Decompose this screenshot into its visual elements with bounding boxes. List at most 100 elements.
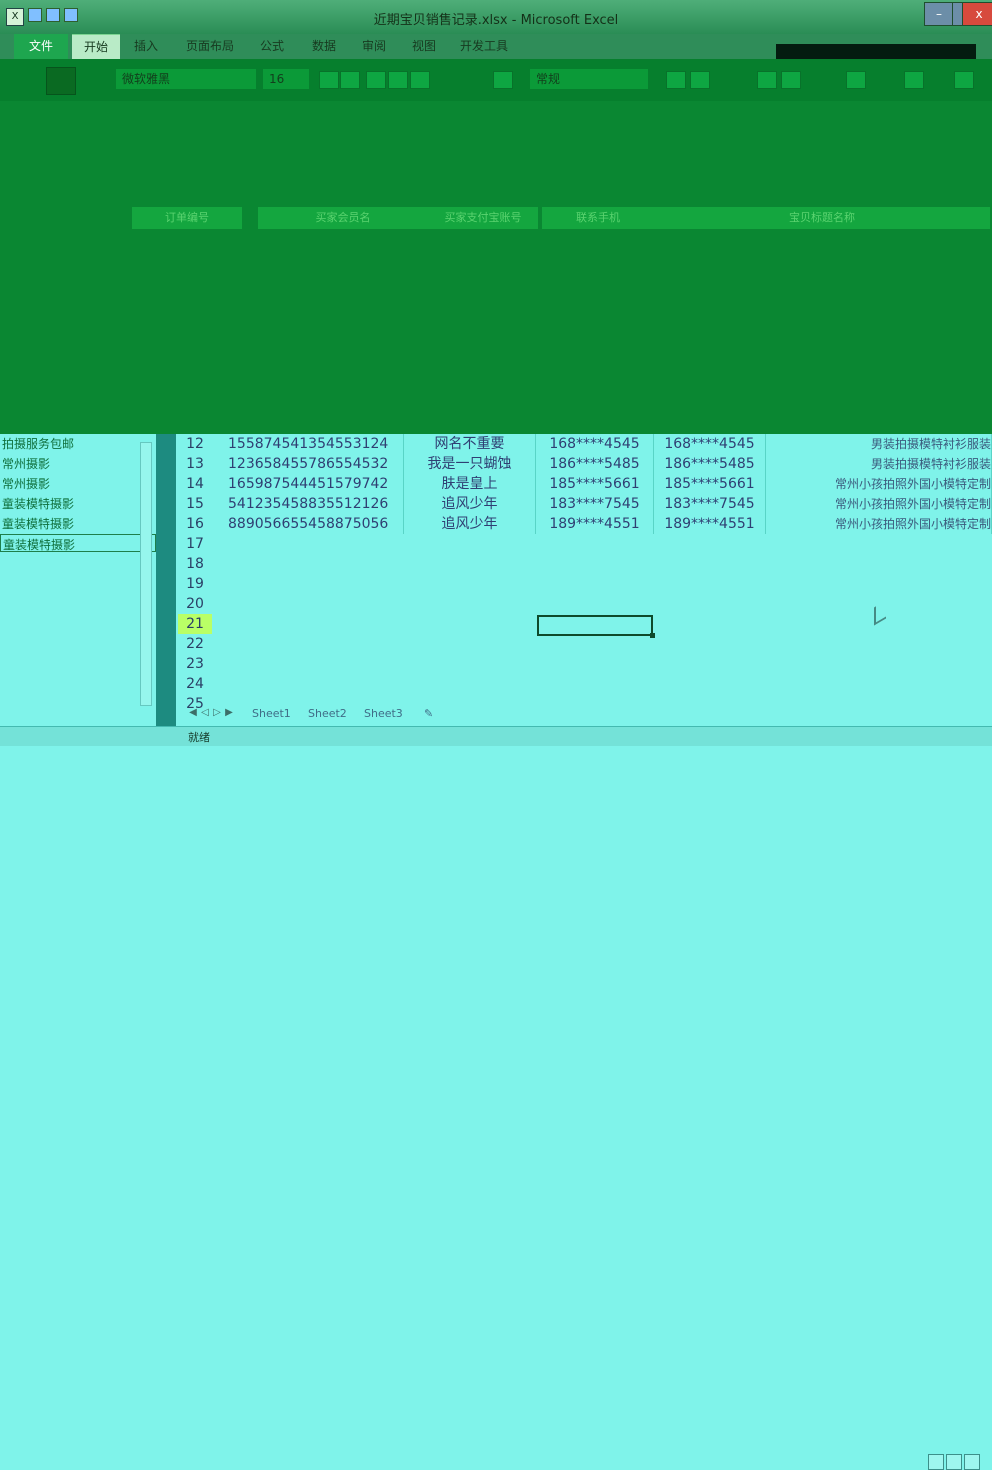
ribbon-glitch-bar — [776, 44, 976, 59]
increase-font-icon[interactable] — [319, 71, 339, 89]
first-sheet-icon[interactable]: ◀ — [188, 705, 198, 721]
find-select-icon[interactable] — [954, 71, 974, 89]
number-format-select[interactable]: 常规 — [530, 69, 648, 89]
row-number: 19 — [186, 576, 204, 592]
row-number: 22 — [186, 636, 204, 652]
tab-home[interactable]: 开始 — [72, 34, 120, 60]
cell-phone[interactable]: 168****4545 — [536, 434, 654, 454]
sheet-tab-3[interactable]: Sheet3 — [364, 705, 403, 723]
cell-order-id[interactable]: 889056655458875056 — [228, 514, 404, 534]
last-sheet-icon[interactable]: ▶ — [224, 705, 234, 721]
left-list-item[interactable]: 童装模特摄影 — [0, 514, 156, 534]
delete-cells-icon[interactable] — [781, 71, 801, 89]
cell-buyer-name[interactable]: 网名不重要 — [404, 434, 536, 454]
cell-order-id[interactable]: 541235458835512126 — [228, 494, 404, 514]
header-buyer-name: 买家会员名 — [258, 207, 428, 229]
row-number: 20 — [186, 596, 204, 612]
row-number: 13 — [186, 456, 204, 472]
cell-phone[interactable]: 189****4551 — [536, 514, 654, 534]
left-list-item[interactable]: 童装模特摄影 — [0, 494, 156, 514]
sort-filter-icon[interactable] — [904, 71, 924, 89]
minimize-button[interactable]: – — [924, 2, 954, 26]
row-number: 17 — [186, 536, 204, 552]
cell-buyer-name[interactable]: 我是一只蝴蚀 — [404, 454, 536, 474]
wrap-text-icon[interactable] — [388, 71, 408, 89]
left-list-item[interactable]: 常州摄影 — [0, 474, 156, 494]
conditional-format-icon[interactable] — [666, 71, 686, 89]
cell-phone[interactable]: 189****4551 — [654, 514, 766, 534]
row-number: 24 — [186, 676, 204, 692]
cell-order-id[interactable]: 165987544451579742 — [228, 474, 404, 494]
status-bar: 就绪 — [0, 726, 992, 1470]
cell-phone[interactable]: 183****7545 — [654, 494, 766, 514]
tab-view[interactable]: 视图 — [412, 34, 436, 59]
left-list-item[interactable]: 常州摄影 — [0, 454, 156, 474]
cell-buyer-name[interactable]: 肤是皇上 — [404, 474, 536, 494]
align-icon[interactable] — [366, 71, 386, 89]
tab-formulas[interactable]: 公式 — [260, 34, 284, 59]
tab-file[interactable]: 文件 — [14, 34, 68, 59]
row-number: 16 — [186, 516, 204, 532]
cell-phone[interactable]: 185****5661 — [536, 474, 654, 494]
cell-phone[interactable]: 186****5485 — [654, 454, 766, 474]
left-list-item-selected[interactable]: 童装模特摄影 — [0, 534, 156, 552]
tab-page-layout[interactable]: 页面布局 — [186, 34, 234, 59]
cell-item-title[interactable]: 男装拍摄模特衬衫服装 — [766, 434, 992, 454]
cell-order-id[interactable]: 123658455786554532 — [228, 454, 404, 474]
left-list-item[interactable]: 拍摄服务包邮 — [0, 434, 156, 454]
font-size-select[interactable]: 16 — [263, 69, 309, 89]
row-number: 14 — [186, 476, 204, 492]
prev-sheet-icon[interactable]: ◁ — [200, 705, 210, 721]
cell-phone[interactable]: 168****4545 — [654, 434, 766, 454]
data-grid: 1558745413545531​24 网名不重要 168****4545 16… — [212, 434, 992, 726]
row-number: 15 — [186, 496, 204, 512]
title-bar: X 近期宝贝销售记录.xlsx - Microsoft Excel – □ x — [0, 0, 992, 34]
pane-separator — [156, 434, 176, 726]
row-number: 18 — [186, 556, 204, 572]
tab-review[interactable]: 审阅 — [362, 34, 386, 59]
page-break-view-icon[interactable] — [964, 1454, 980, 1470]
fill-handle[interactable] — [650, 633, 655, 638]
cell-item-title[interactable]: 男装拍摄模特衬衫服装 — [766, 454, 992, 474]
cell-item-title[interactable]: 常州小孩拍照外国小模特定制 — [766, 514, 992, 534]
window-title: 近期宝贝销售记录.xlsx - Microsoft Excel — [373, 13, 619, 28]
cell-phone[interactable]: 183****7545 — [536, 494, 654, 514]
active-cell-selection[interactable] — [537, 615, 653, 636]
cell-item-title[interactable]: 常州小孩拍照外国小模特定制 — [766, 474, 992, 494]
cell-buyer-name[interactable]: 追风少年 — [404, 514, 536, 534]
cell-item-title[interactable]: 常州小孩拍照外国小模特定制 — [766, 494, 992, 514]
header-order-id: 订单编号 — [132, 207, 242, 229]
format-table-icon[interactable] — [690, 71, 710, 89]
row-number: 23 — [186, 656, 204, 672]
status-ready: 就绪 — [188, 731, 210, 744]
sheet-tab-2[interactable]: Sheet2 — [308, 705, 347, 723]
sheet-tab-1[interactable]: Sheet1 — [252, 705, 291, 723]
merge-icon[interactable] — [410, 71, 430, 89]
cell-phone[interactable]: 186****5485 — [536, 454, 654, 474]
page-layout-view-icon[interactable] — [946, 1454, 962, 1470]
close-button[interactable]: x — [962, 2, 992, 26]
decrease-font-icon[interactable] — [340, 71, 360, 89]
header-item-title: 宝贝标题名称 — [654, 207, 990, 229]
row-number-active: 21 — [178, 614, 212, 634]
tab-insert[interactable]: 插入 — [134, 34, 158, 59]
autosum-icon[interactable] — [846, 71, 866, 89]
tab-data[interactable]: 数据 — [312, 34, 336, 59]
left-panel-scrollbar[interactable] — [140, 442, 152, 706]
row-number: 12 — [186, 436, 204, 452]
next-sheet-icon[interactable]: ▷ — [212, 705, 222, 721]
cell-phone[interactable]: 185****5661 — [654, 474, 766, 494]
tab-developer[interactable]: 开发工具 — [460, 34, 508, 59]
obscured-header-area — [0, 101, 992, 434]
row-number-column: 12 13 14 15 16 17 18 19 20 21 22 23 24 2… — [178, 434, 212, 726]
insert-cells-icon[interactable] — [757, 71, 777, 89]
paste-icon[interactable] — [46, 67, 76, 95]
ribbon-toolbar: 微软雅黑 16 常规 — [0, 59, 992, 101]
cell-buyer-name[interactable]: 追风少年 — [404, 494, 536, 514]
left-panel-list: 拍摄服务包邮 常州摄影 常州摄影 童装模特摄影 童装模特摄影 童装模特摄影 — [0, 434, 157, 726]
cell-order-id[interactable]: 1558745413545531​24 — [228, 434, 404, 454]
border-icon[interactable] — [493, 71, 513, 89]
normal-view-icon[interactable] — [928, 1454, 944, 1470]
new-sheet-icon[interactable]: ✎ — [424, 705, 433, 723]
font-name-select[interactable]: 微软雅黑 — [116, 69, 256, 89]
